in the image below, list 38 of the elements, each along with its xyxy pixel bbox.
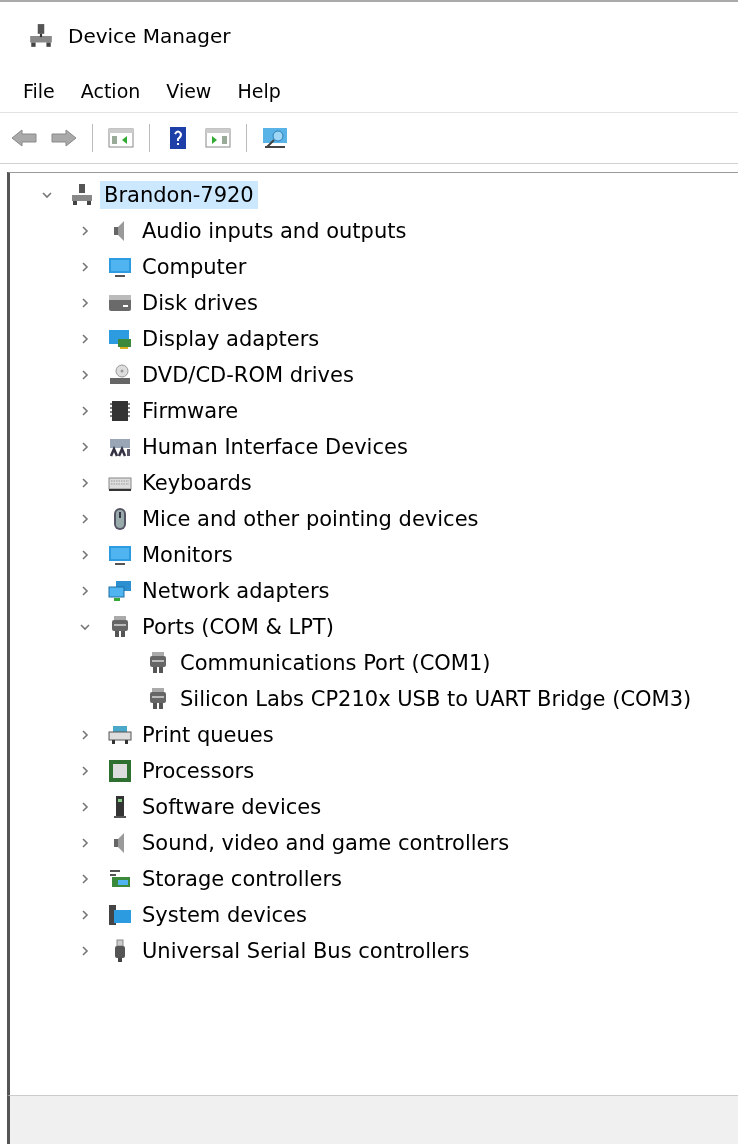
printer-icon (108, 723, 132, 747)
tree-item[interactable]: Sound, video and game controllers (138, 829, 514, 857)
tree-item[interactable]: Human Interface Devices (138, 433, 412, 461)
tree-item[interactable]: Network adapters (138, 577, 334, 605)
tree-item[interactable]: Processors (138, 757, 259, 785)
chip-icon (108, 399, 132, 423)
tree-item[interactable]: Disk drives (138, 289, 262, 317)
tree-item[interactable]: Communications Port (COM1) (176, 649, 495, 677)
tree-item[interactable]: System devices (138, 901, 311, 929)
computer-network-icon (28, 23, 54, 49)
tree-item[interactable]: Keyboards (138, 469, 256, 497)
tree-item[interactable]: Monitors (138, 541, 237, 569)
tree-item[interactable]: DVD/CD-ROM drives (138, 361, 358, 389)
tree-item[interactable]: Universal Serial Bus controllers (138, 937, 474, 965)
tree-item[interactable]: Computer (138, 253, 251, 281)
tree-item[interactable]: Firmware (138, 397, 243, 425)
tree-item[interactable]: Silicon Labs CP210x USB to UART Bridge (COM3) (176, 685, 696, 713)
disc-drive-icon (108, 363, 132, 387)
system-folder-icon (108, 903, 132, 927)
display-adapter-icon (108, 327, 132, 351)
monitor-icon (108, 543, 132, 567)
menu-item[interactable]: Action (69, 76, 152, 106)
menu-item[interactable]: File (12, 76, 66, 106)
tree-item[interactable]: Software devices (138, 793, 326, 821)
menu-item[interactable]: View (155, 76, 223, 106)
menu-item[interactable]: Help (226, 76, 292, 106)
tree-item[interactable]: Brandon-7920 (100, 181, 258, 209)
tree-item[interactable]: Mice and other pointing devices (138, 505, 483, 533)
computer-network-icon (70, 183, 94, 207)
network-icon (108, 579, 132, 603)
monitor-icon (108, 255, 132, 279)
processor-icon (108, 759, 132, 783)
tree-item[interactable]: Display adapters (138, 325, 324, 353)
tree-item[interactable]: Audio inputs and outputs (138, 217, 411, 245)
tree-item[interactable]: Storage controllers (138, 865, 346, 893)
tree-item[interactable]: Print queues (138, 721, 278, 749)
tree-item[interactable]: Ports (COM & LPT) (138, 613, 338, 641)
window-title: Device Manager (68, 24, 231, 48)
